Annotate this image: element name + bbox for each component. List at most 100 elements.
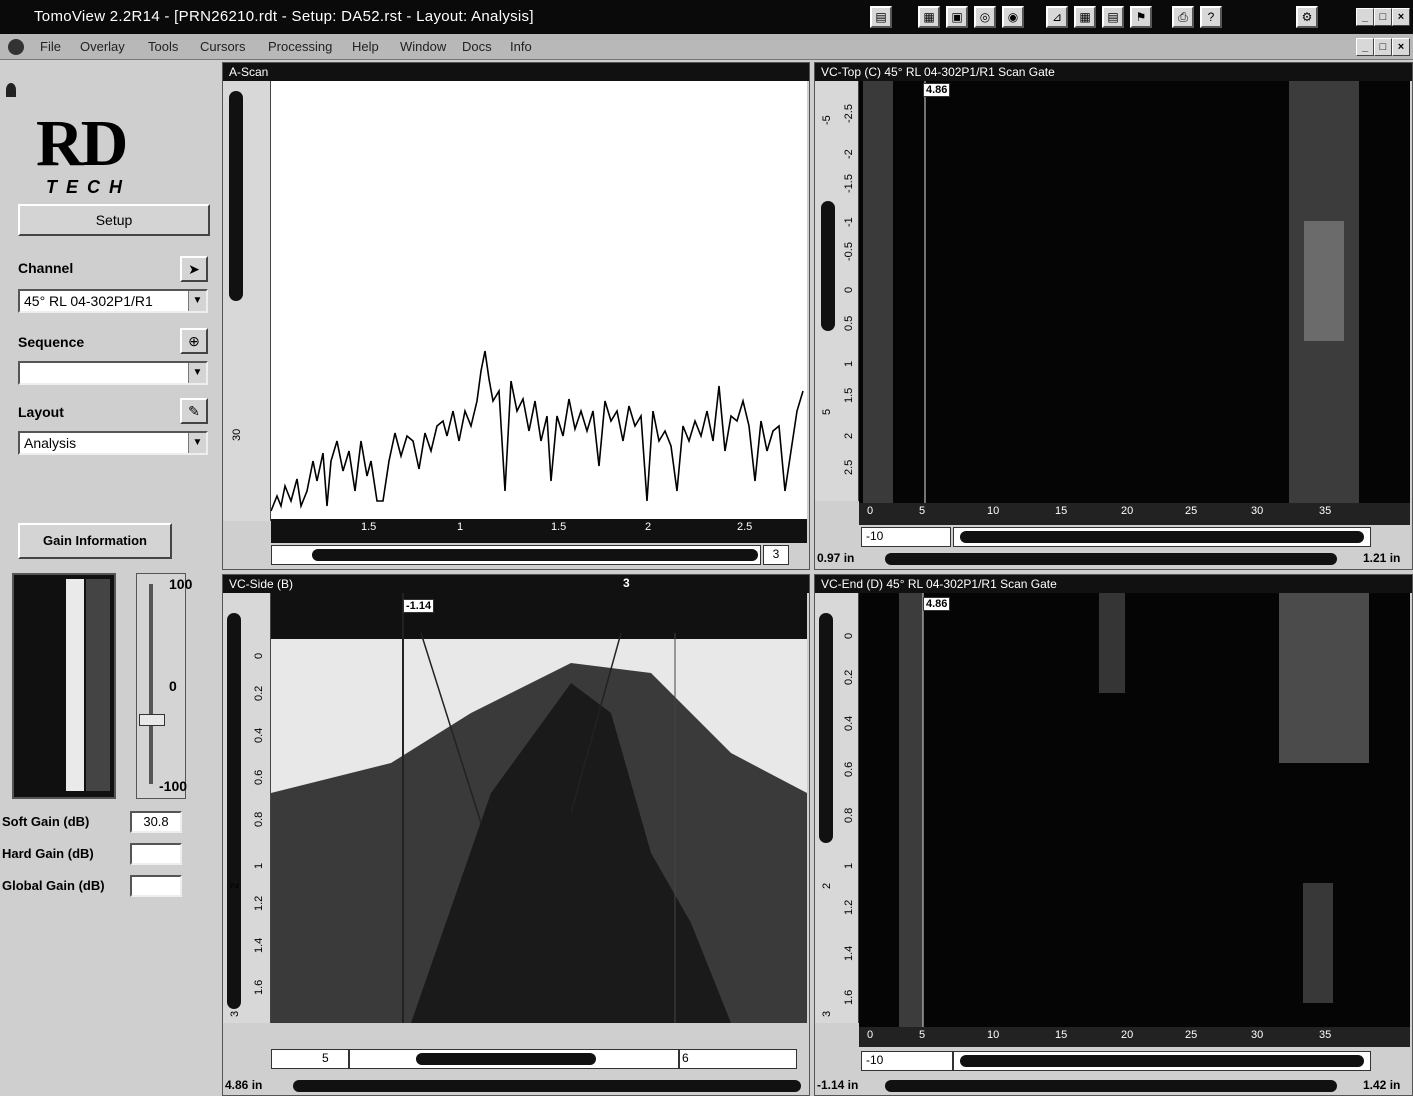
ctop-h-label: 10	[987, 505, 1000, 517]
bscan-start-field[interactable]: 5	[271, 1049, 349, 1069]
bscan-horizontal-scrollbar[interactable]	[349, 1049, 679, 1069]
cend-vertical-scrollbar[interactable]	[819, 613, 833, 843]
toolbar-settings-icon[interactable]: ⚙	[1296, 6, 1318, 28]
global-gain-field[interactable]	[130, 875, 182, 897]
ascan-plot[interactable]	[271, 81, 807, 519]
toolbar-cursor-icon[interactable]: ◉	[1002, 6, 1024, 28]
hard-gain-field[interactable]	[130, 843, 182, 865]
close-button[interactable]: ×	[1392, 8, 1410, 26]
toolbar-view-icon[interactable]: ▣	[946, 6, 968, 28]
child-maximize-button[interactable]: □	[1374, 38, 1392, 56]
cend-scan-image[interactable]: 4.86	[859, 593, 1410, 1027]
chevron-down-icon[interactable]: ▼	[188, 433, 206, 453]
menu-window[interactable]: Window	[400, 39, 446, 54]
minimize-button[interactable]: _	[1356, 8, 1374, 26]
cend-scroll-thumb[interactable]	[960, 1055, 1364, 1067]
child-close-button[interactable]: ×	[1392, 38, 1410, 56]
bscan-scan-image[interactable]: -1.14	[271, 593, 807, 1023]
toolbar-print-icon[interactable]: ⎙	[1172, 6, 1194, 28]
ctop-h-label: 30	[1251, 505, 1264, 517]
toolbar-report-icon[interactable]: ▤	[1102, 6, 1124, 28]
channel-select[interactable]: 45° RL 04-302P1/R1 ▼	[18, 289, 208, 313]
chevron-down-icon[interactable]: ▼	[188, 291, 206, 311]
menu-tools[interactable]: Tools	[148, 39, 178, 54]
ascan-vertical-scrollbar[interactable]	[229, 91, 243, 301]
ctop-vertical-scrollbar[interactable]	[821, 201, 835, 331]
ascan-horizontal-scrollbar[interactable]	[271, 545, 761, 565]
slider-min-label: -100	[159, 778, 188, 794]
ctop-scan-image[interactable]: 4.86	[859, 81, 1410, 503]
ctop-index-slider[interactable]	[885, 553, 1337, 565]
setup-button[interactable]: Setup	[18, 204, 210, 236]
sequence-select[interactable]: ▼	[18, 361, 208, 385]
ctop-start-field[interactable]: -10	[861, 527, 951, 547]
bscan-top-band	[271, 593, 807, 639]
cend-v-label: 1.4	[843, 945, 855, 961]
sequence-record-button[interactable]: ⊕	[180, 328, 208, 354]
toolbar-help-icon[interactable]: ?	[1200, 6, 1222, 28]
cend-start-field[interactable]: -10	[861, 1051, 953, 1071]
cend-v-label: 1.6	[843, 989, 855, 1005]
toolbar-grid-icon[interactable]: ▦	[918, 6, 940, 28]
menu-cursors[interactable]: Cursors	[200, 39, 246, 54]
gain-information-button[interactable]: Gain Information	[18, 523, 172, 559]
ascan-h-label: 1	[457, 521, 464, 533]
channel-arrow-button[interactable]: ➤	[180, 256, 208, 282]
ctop-view: VC-Top (C) 45° RL 04-302P1/R1 Scan Gate …	[814, 62, 1413, 570]
bscan-v-label: 0	[253, 652, 265, 659]
cend-index-slider[interactable]	[885, 1080, 1337, 1092]
soft-gain-label: Soft Gain (dB)	[2, 814, 90, 829]
cend-h-label: 0	[867, 1029, 874, 1041]
layout-select[interactable]: Analysis ▼	[18, 431, 208, 455]
ascan-scroll-thumb[interactable]	[312, 549, 758, 561]
bscan-scroll-thumb[interactable]	[416, 1053, 596, 1065]
bscan-index-slider[interactable]	[293, 1080, 801, 1092]
bscan-top-label: 3	[623, 576, 630, 590]
layout-value: Analysis	[24, 435, 77, 451]
cend-horizontal-scrollbar[interactable]	[953, 1051, 1371, 1071]
chevron-down-icon[interactable]: ▼	[188, 363, 206, 383]
cend-h-label: 30	[1251, 1029, 1264, 1041]
cend-indication	[1279, 593, 1369, 763]
ctop-scroll-thumb[interactable]	[960, 531, 1364, 543]
toolbar-measure-icon[interactable]: ⊿	[1046, 6, 1068, 28]
channel-value: 45° RL 04-302P1/R1	[24, 293, 153, 309]
ctop-cursor-value[interactable]: 4.86	[923, 83, 951, 97]
app-icon[interactable]	[8, 39, 24, 55]
menu-docs[interactable]: Docs	[462, 39, 492, 54]
ctop-h-label: 35	[1319, 505, 1332, 517]
cend-cursor-value[interactable]: 4.86	[923, 597, 951, 611]
toolbar-flag-icon[interactable]: ⚑	[1130, 6, 1152, 28]
cend-indication	[1303, 883, 1333, 1003]
cend-scan-svg	[899, 593, 1369, 1027]
gain-slider-thumb[interactable]	[139, 714, 165, 726]
menu-info[interactable]: Info	[510, 39, 532, 54]
gain-slider-track	[149, 584, 153, 784]
gain-slider[interactable]: 100 0 -100	[136, 573, 192, 799]
pin-icon[interactable]	[6, 83, 16, 97]
layout-edit-button[interactable]: ✎	[180, 398, 208, 424]
soft-gain-row: Soft Gain (dB) 30.8	[0, 811, 218, 835]
toolbar-open-icon[interactable]: ▤	[870, 6, 892, 28]
ascan-v-label: 30	[231, 428, 243, 441]
cend-vertical-ruler: 2 3 0 0.2 0.4 0.6 0.8 1 1.2 1.4 1.6	[815, 593, 859, 1023]
channel-label: Channel	[18, 260, 74, 276]
bscan-v-label: 0.2	[253, 685, 265, 701]
menu-overlay[interactable]: Overlay	[80, 39, 125, 54]
bscan-view: VC-Side (B) 3 2 3 0 0.2 0.4 0.6 0.8 1 1.…	[222, 574, 810, 1096]
bscan-cursor-value[interactable]: -1.14	[403, 599, 435, 613]
soft-gain-field[interactable]: 30.8	[130, 811, 182, 833]
menu-file[interactable]: File	[40, 39, 61, 54]
menu-help[interactable]: Help	[352, 39, 379, 54]
bscan-v-label: 0.8	[253, 811, 265, 827]
maximize-button[interactable]: □	[1374, 8, 1392, 26]
bscan-vertical-scrollbar[interactable]	[227, 613, 241, 1009]
ctop-horizontal-scrollbar[interactable]	[953, 527, 1371, 547]
ctop-ruler-label: -5	[821, 115, 833, 125]
toolbar-table-icon[interactable]: ▦	[1074, 6, 1096, 28]
menu-processing[interactable]: Processing	[268, 39, 332, 54]
bscan-end-field[interactable]: 6	[679, 1049, 797, 1069]
toolbar-zoom-icon[interactable]: ◎	[974, 6, 996, 28]
ascan-range-field[interactable]: 3	[763, 545, 789, 565]
child-minimize-button[interactable]: _	[1356, 38, 1374, 56]
